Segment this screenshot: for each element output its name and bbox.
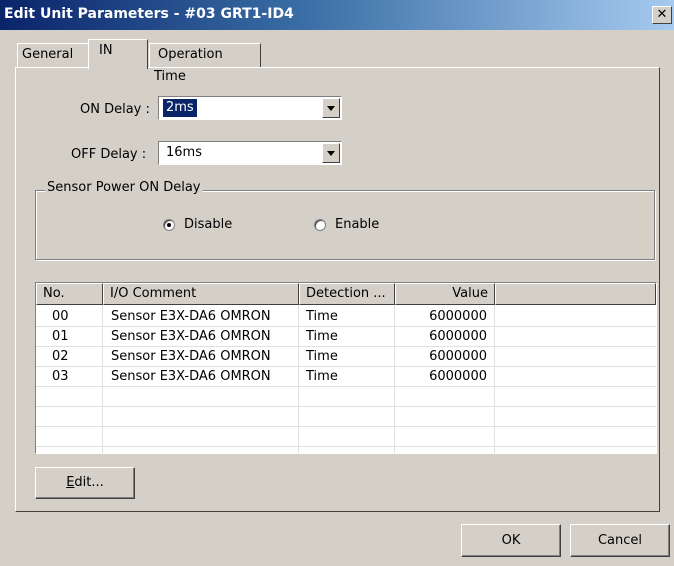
off-delay-value: 16ms [166, 145, 202, 160]
column-header-blank[interactable] [495, 283, 656, 305]
row-value: 6000000 [429, 369, 487, 384]
off-delay-combobox[interactable]: 16ms [158, 141, 342, 165]
column-header-detection[interactable]: Detection ... [299, 283, 395, 305]
column-header-no[interactable]: No. [36, 283, 103, 305]
cancel-button[interactable]: Cancel [570, 524, 670, 557]
table-header: No. I/O Comment Detection ... Value [36, 283, 656, 305]
table-row[interactable]: 01 Sensor E3X-DA6 OMRON Time 6000000 [36, 327, 656, 346]
disable-radio[interactable] [163, 219, 175, 231]
enable-radio[interactable] [314, 219, 326, 231]
off-delay-label: OFF Delay : [71, 147, 147, 162]
row-detection: Time [306, 349, 338, 364]
on-delay-label: ON Delay : [80, 102, 150, 117]
table-row[interactable]: 00 Sensor E3X-DA6 OMRON Time 6000000 [36, 307, 656, 326]
chevron-down-icon[interactable] [322, 98, 340, 118]
tab-in-label: IN [99, 43, 113, 58]
tab-general-label: General [22, 47, 74, 62]
table-row[interactable]: 02 Sensor E3X-DA6 OMRON Time 6000000 [36, 347, 656, 366]
row-comment: Sensor E3X-DA6 OMRON [111, 329, 271, 344]
row-no: 01 [52, 329, 69, 344]
disable-radio-label[interactable]: Disable [184, 217, 232, 233]
row-no: 02 [52, 349, 69, 364]
chevron-down-icon[interactable] [322, 143, 340, 163]
row-comment: Sensor E3X-DA6 OMRON [111, 349, 271, 364]
column-header-value[interactable]: Value [395, 283, 495, 305]
sensor-power-group-label: Sensor Power ON Delay [45, 180, 203, 196]
row-value: 6000000 [429, 329, 487, 344]
ok-button[interactable]: OK [461, 524, 561, 557]
on-delay-combobox[interactable]: 2ms [158, 96, 342, 120]
grid-line [36, 386, 656, 387]
io-table[interactable]: No. I/O Comment Detection ... Value 00 S… [35, 282, 657, 454]
grid-line [36, 446, 656, 447]
row-value: 6000000 [429, 349, 487, 364]
row-detection: Time [306, 309, 338, 324]
ok-button-label: OK [501, 533, 521, 548]
enable-radio-label[interactable]: Enable [335, 217, 379, 233]
on-delay-value: 2ms [162, 98, 198, 118]
row-comment: Sensor E3X-DA6 OMRON [111, 369, 271, 384]
edit-button-label: dit... [74, 475, 104, 490]
tab-operation-time[interactable]: Operation Time [149, 43, 261, 84]
row-no: 03 [52, 369, 69, 384]
tab-in[interactable]: IN [88, 39, 148, 69]
row-detection: Time [306, 329, 338, 344]
grid-line [36, 426, 656, 427]
grid-line [36, 406, 656, 407]
window-title: Edit Unit Parameters - #03 GRT1-ID4 [4, 6, 294, 22]
row-no: 00 [52, 309, 69, 324]
column-header-io-comment[interactable]: I/O Comment [103, 283, 299, 305]
row-value: 6000000 [429, 309, 487, 324]
close-button[interactable]: ✕ [652, 6, 672, 24]
cancel-button-label: Cancel [597, 533, 643, 548]
edit-button[interactable]: Edit... [35, 467, 135, 499]
radio-selected-dot [167, 223, 171, 227]
row-detection: Time [306, 369, 338, 384]
title-bar[interactable]: Edit Unit Parameters - #03 GRT1-ID4 ✕ [0, 0, 674, 30]
row-comment: Sensor E3X-DA6 OMRON [111, 309, 271, 324]
tab-general[interactable]: General [17, 43, 90, 67]
table-row[interactable]: 03 Sensor E3X-DA6 OMRON Time 6000000 [36, 367, 656, 386]
close-icon: ✕ [656, 7, 668, 22]
